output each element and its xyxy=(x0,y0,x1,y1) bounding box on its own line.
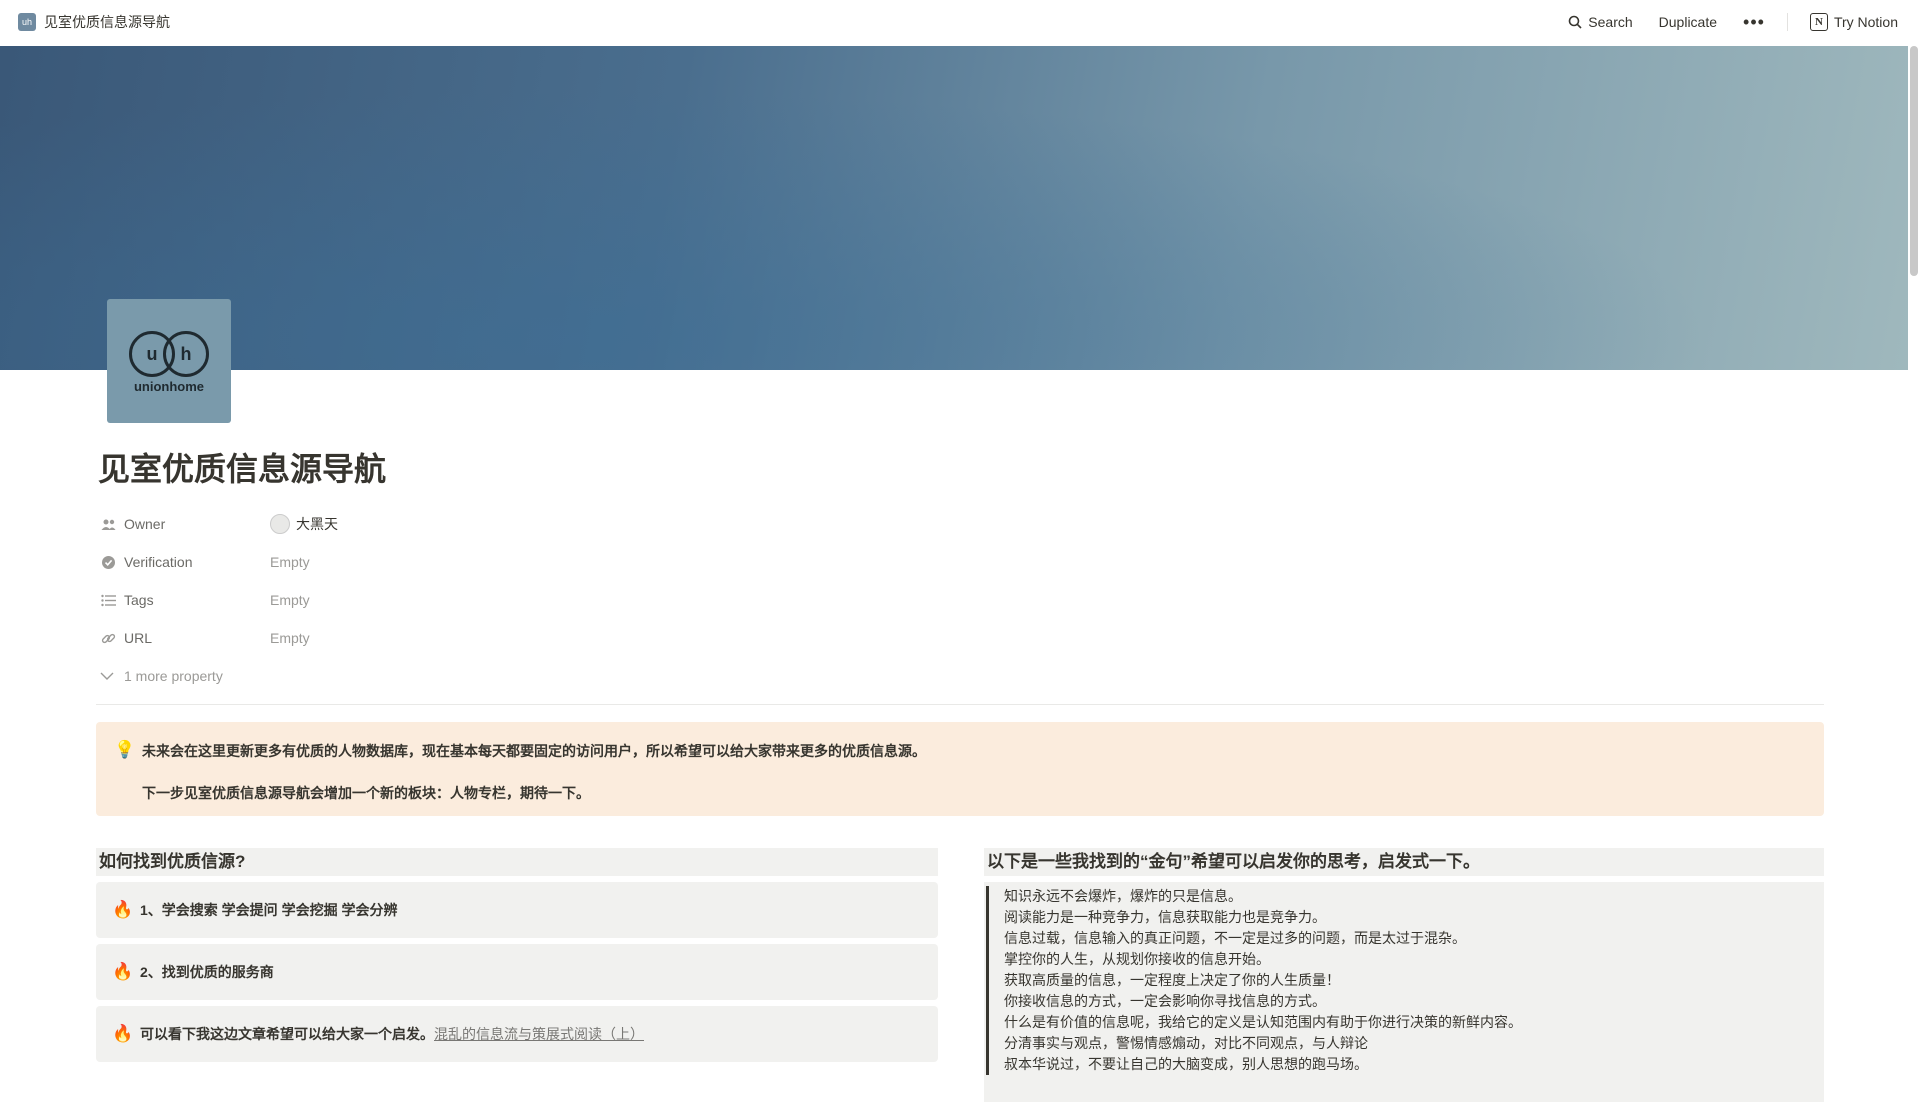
fire-icon: 🔥 xyxy=(112,900,134,919)
quote-line: 叔本华说过，不要让自己的大脑变成，别人思想的跑马场。 xyxy=(1004,1056,1368,1072)
property-value: Empty xyxy=(270,630,310,646)
callout-text-2: 下一步见室优质信息源导航会增加一个新的板块：人物专栏，期待一下。 xyxy=(142,785,590,801)
property-label: Tags xyxy=(124,592,154,608)
chevron-down-icon xyxy=(100,668,114,684)
property-owner[interactable]: Owner 大黑天 xyxy=(100,505,338,543)
duplicate-button[interactable]: Duplicate xyxy=(1655,11,1721,33)
list-icon xyxy=(100,592,116,608)
toggle-text: 可以看下我这边文章希望可以给大家一个启发。 xyxy=(140,1026,434,1042)
property-label: Owner xyxy=(124,516,166,532)
quote-block: 知识永远不会爆炸，爆炸的只是信息。 阅读能力是一种竞争力，信息获取能力也是竞争力… xyxy=(984,882,1824,1102)
quote-line: 什么是有价值的信息呢，我给它的定义是认知范围内有助于你进行决策的新鲜内容。 xyxy=(1004,1014,1522,1030)
property-verification[interactable]: Verification Empty xyxy=(100,543,338,581)
left-column: 如何找到优质信源? 🔥 1、学会搜索 学会提问 学会挖掘 学会分辨 🔥 2、找到… xyxy=(96,848,938,1062)
property-label: URL xyxy=(124,630,153,646)
quote-line: 获取高质量的信息，一定程度上决定了你的人生质量！ xyxy=(1004,972,1340,988)
toggle-item[interactable]: 🔥 1、学会搜索 学会提问 学会挖掘 学会分辨 xyxy=(96,882,938,938)
avatar xyxy=(270,514,290,534)
property-value: Empty xyxy=(270,554,310,570)
lightbulb-icon: 💡 xyxy=(114,740,136,759)
duplicate-label: Duplicate xyxy=(1658,14,1718,30)
more-properties-toggle[interactable]: 1 more property xyxy=(100,657,338,695)
callout-text-1: 未来会在这里更新更多有优质的人物数据库，现在基本每天都要固定的访问用户，所以希望… xyxy=(142,743,926,759)
page-title: 见室优质信息源导航 xyxy=(98,451,387,487)
more-options-button[interactable]: ••• xyxy=(1739,12,1769,32)
divider xyxy=(96,704,1824,705)
logo-letter-h: h xyxy=(163,331,209,377)
verified-icon xyxy=(100,554,116,570)
left-heading: 如何找到优质信源? xyxy=(96,848,938,876)
property-label: Verification xyxy=(124,554,193,570)
owner-name: 大黑天 xyxy=(296,516,338,532)
cover-image xyxy=(0,46,1908,370)
breadcrumb[interactable]: uh 见室优质信息源导航 xyxy=(18,12,170,32)
search-label: Search xyxy=(1588,14,1633,30)
right-column: 以下是一些我找到的“金句”希望可以启发你的思考，启发式一下。 知识永远不会爆炸，… xyxy=(984,848,1824,1102)
callout: 💡 未来会在这里更新更多有优质的人物数据库，现在基本每天都要固定的访问用户，所以… xyxy=(96,722,1824,816)
breadcrumb-title: 见室优质信息源导航 xyxy=(44,14,170,30)
properties-list: Owner 大黑天 Verification Empty Tags Empty xyxy=(100,505,338,695)
article-link[interactable]: 混乱的信息流与策展式阅读（上） xyxy=(434,1024,644,1044)
page-icon[interactable]: u h unionhome xyxy=(107,299,231,423)
try-notion-button[interactable]: N Try Notion xyxy=(1806,10,1902,34)
quote-line: 阅读能力是一种竞争力，信息获取能力也是竞争力。 xyxy=(1004,909,1326,925)
people-icon xyxy=(100,516,116,532)
search-icon xyxy=(1568,15,1582,29)
quote-line: 信息过载，信息输入的真正问题，不一定是过多的问题，而是太过于混杂。 xyxy=(1004,930,1466,946)
fire-icon: 🔥 xyxy=(112,962,134,981)
property-value: Empty xyxy=(270,592,310,608)
logo-brand: unionhome xyxy=(133,379,205,394)
toggle-item[interactable]: 🔥 可以看下我这边文章希望可以给大家一个启发。 混乱的信息流与策展式阅读（上） xyxy=(96,1006,938,1062)
search-button[interactable]: Search xyxy=(1564,11,1636,33)
page-icon-small: uh xyxy=(18,13,36,31)
quote: 知识永远不会爆炸，爆炸的只是信息。 阅读能力是一种竞争力，信息获取能力也是竞争力… xyxy=(986,886,1522,1075)
divider xyxy=(1786,13,1788,31)
scrollbar[interactable] xyxy=(1910,46,1918,276)
notion-logo-icon: N xyxy=(1809,13,1828,31)
quote-line: 分清事实与观点，警惕情感煽动，对比不同观点，与人辩论 xyxy=(1004,1035,1368,1051)
right-heading: 以下是一些我找到的“金句”希望可以启发你的思考，启发式一下。 xyxy=(984,848,1824,876)
more-properties-label: 1 more property xyxy=(124,668,223,684)
link-icon xyxy=(100,630,116,646)
quote-line: 掌控你的人生，从规划你接收的信息开始。 xyxy=(1004,951,1270,967)
property-tags[interactable]: Tags Empty xyxy=(100,581,338,619)
try-notion-label: Try Notion xyxy=(1833,14,1898,30)
toggle-item[interactable]: 🔥 2、找到优质的服务商 xyxy=(96,944,938,1000)
fire-icon: 🔥 xyxy=(112,1024,134,1043)
quote-line: 知识永远不会爆炸，爆炸的只是信息。 xyxy=(1004,888,1242,904)
property-url[interactable]: URL Empty xyxy=(100,619,338,657)
toggle-text: 1、学会搜索 学会提问 学会挖掘 学会分辨 xyxy=(140,902,398,918)
quote-line: 你接收信息的方式，一定会影响你寻找信息的方式。 xyxy=(1004,993,1326,1009)
top-bar: uh 见室优质信息源导航 Search Duplicate ••• N Try … xyxy=(0,0,1920,45)
toggle-text: 2、找到优质的服务商 xyxy=(140,964,274,980)
top-actions: Search Duplicate ••• N Try Notion xyxy=(1564,10,1902,34)
